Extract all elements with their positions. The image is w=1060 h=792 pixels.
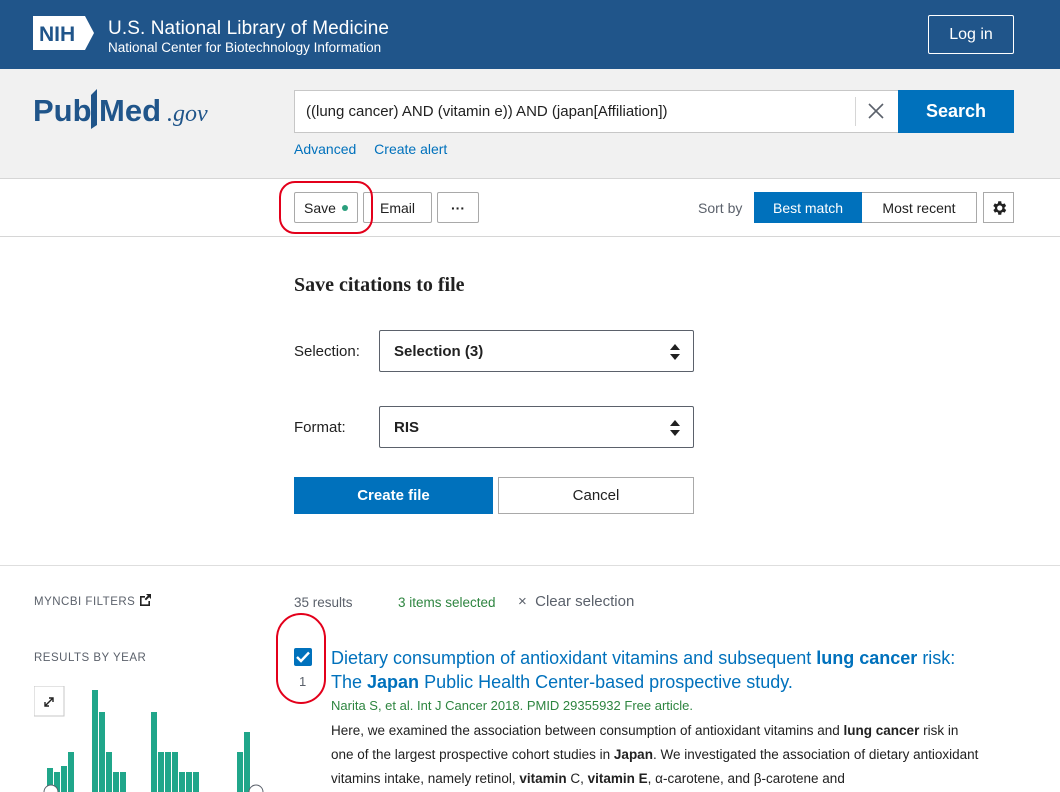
sort-best-match-button[interactable]: Best match	[754, 192, 862, 223]
nih-header: NIH U.S. National Library of Medicine Na…	[0, 0, 1060, 69]
close-icon[interactable]	[865, 100, 887, 122]
myncbi-filters-label: MYNCBI FILTERS	[34, 596, 136, 608]
year-bar[interactable]	[151, 712, 157, 792]
save-panel-title: Save citations to file	[294, 274, 465, 296]
nih-title[interactable]: U.S. National Library of Medicine	[108, 18, 389, 40]
close-icon: ×	[518, 593, 527, 610]
year-bar[interactable]	[92, 690, 98, 792]
display-options-button[interactable]	[983, 192, 1014, 223]
year-bar[interactable]	[179, 772, 185, 792]
search-box	[294, 90, 898, 133]
selection-label: Selection:	[294, 343, 360, 360]
search-divider	[855, 97, 856, 126]
year-bar[interactable]	[68, 752, 74, 792]
email-button[interactable]: Email	[363, 192, 432, 223]
select-arrows-icon	[670, 344, 680, 360]
clear-selection-button[interactable]: × Clear selection	[518, 593, 634, 610]
clear-selection-label: Clear selection	[535, 593, 635, 610]
create-file-button[interactable]: Create file	[294, 477, 493, 514]
sort-by-label: Sort by	[698, 200, 743, 216]
year-bar[interactable]	[61, 766, 67, 792]
gear-icon	[992, 200, 1006, 215]
search-button[interactable]: Search	[898, 90, 1014, 133]
results-by-year-chart[interactable]	[34, 686, 274, 792]
result-snippet: Here, we examined the association betwee…	[331, 723, 979, 786]
year-bar[interactable]	[120, 772, 126, 792]
search-input[interactable]	[295, 91, 855, 132]
sort-most-recent-button[interactable]: Most recent	[862, 192, 977, 223]
svg-text:NIH: NIH	[39, 23, 75, 46]
result-title-link[interactable]: Dietary consumption of antioxidant vitam…	[331, 646, 991, 694]
year-bar[interactable]	[165, 752, 171, 792]
pubmed-logo[interactable]: Pub Med .gov	[33, 85, 218, 135]
year-bar[interactable]	[99, 712, 105, 792]
login-button[interactable]: Log in	[928, 15, 1014, 54]
annotation-circle-save	[279, 181, 373, 234]
results-count: 35 results	[294, 595, 353, 610]
result-checkbox[interactable]	[294, 648, 312, 666]
advanced-link[interactable]: Advanced	[294, 141, 356, 157]
cancel-button[interactable]: Cancel	[498, 477, 694, 514]
selection-value: Selection (3)	[394, 343, 484, 360]
year-bar[interactable]	[193, 772, 199, 792]
year-bar[interactable]	[237, 752, 243, 792]
result-citation: Narita S, et al. Int J Cancer 2018. PMID…	[331, 698, 694, 713]
year-bar[interactable]	[158, 752, 164, 792]
expand-chart-button[interactable]	[34, 686, 65, 717]
action-bar: Save Email ··· Sort by Best match Most r…	[0, 180, 1060, 237]
selection-select[interactable]: Selection (3)	[379, 330, 694, 372]
svg-text:Med: Med	[99, 93, 161, 128]
results-by-year-label: RESULTS BY YEAR	[34, 652, 147, 664]
format-value: RIS	[394, 419, 420, 436]
year-bar[interactable]	[186, 772, 192, 792]
more-actions-button[interactable]: ···	[437, 192, 479, 223]
select-arrows-icon	[670, 420, 680, 436]
external-link-icon[interactable]	[138, 593, 152, 607]
divider	[0, 565, 1060, 566]
result-number: 1	[299, 674, 307, 689]
svg-text:Pub: Pub	[33, 93, 92, 128]
format-label: Format:	[294, 419, 346, 436]
range-slider-handle[interactable]	[248, 784, 264, 792]
checkmark-icon	[296, 651, 310, 663]
items-selected-count: 3 items selected	[398, 595, 496, 610]
search-area: Pub Med .gov Search Advanced Create aler…	[0, 69, 1060, 179]
nih-logo-icon[interactable]: NIH	[33, 14, 95, 52]
svg-text:.gov: .gov	[167, 101, 208, 127]
nih-subtitle[interactable]: National Center for Biotechnology Inform…	[108, 40, 381, 55]
year-bar[interactable]	[172, 752, 178, 792]
year-bar[interactable]	[244, 732, 250, 792]
format-select[interactable]: RIS	[379, 406, 694, 448]
search-links: Advanced Create alert	[294, 141, 461, 157]
year-bar[interactable]	[113, 772, 119, 792]
year-bar[interactable]	[106, 752, 112, 792]
create-alert-link[interactable]: Create alert	[374, 141, 447, 157]
